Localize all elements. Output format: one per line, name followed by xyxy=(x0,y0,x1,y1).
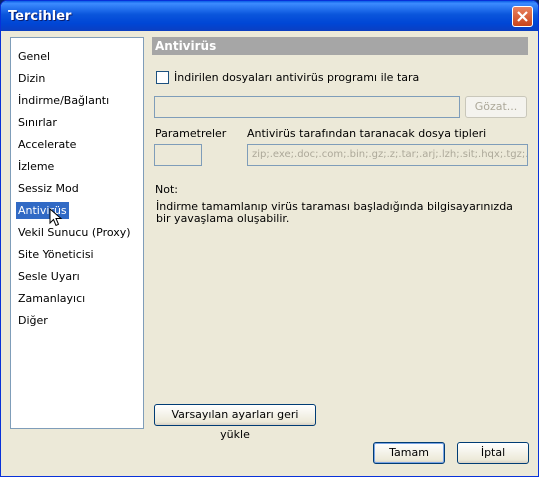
nav-item-sessiz-mod[interactable]: Sessiz Mod xyxy=(16,180,81,197)
close-icon xyxy=(517,11,528,22)
nav-item-genel[interactable]: Genel xyxy=(16,48,52,65)
note-label: Not: xyxy=(155,183,178,196)
nav-item-zamanlayici[interactable]: Zamanlayıcı xyxy=(16,290,87,307)
nav-item-izleme[interactable]: İzleme xyxy=(16,158,56,175)
nav-item-accelerate[interactable]: Accelerate xyxy=(16,136,78,153)
scan-checkbox[interactable] xyxy=(156,71,169,84)
nav-item-dizin[interactable]: Dizin xyxy=(16,70,47,87)
filetypes-input[interactable]: zip;.exe;.doc;.com;.bin;.gz;.z;.tar;.arj… xyxy=(247,144,528,166)
preferences-window: Tercihler Genel Dizin İndirme/Bağlantı S… xyxy=(0,0,539,477)
window-title: Tercihler xyxy=(8,9,72,24)
params-label: Parametreler xyxy=(155,127,227,140)
params-input[interactable] xyxy=(154,144,202,166)
antivirus-path-input[interactable] xyxy=(154,96,460,118)
filetypes-label: Antivirüs tarafından taranacak dosya tip… xyxy=(247,127,487,140)
nav-item-site-yoneticisi[interactable]: Site Yöneticisi xyxy=(16,246,96,263)
cancel-button[interactable]: İptal xyxy=(457,442,529,464)
restore-defaults-button[interactable]: Varsayılan ayarları geri yükle xyxy=(154,404,316,441)
nav-item-diger[interactable]: Diğer xyxy=(16,312,50,329)
title-bar[interactable]: Tercihler xyxy=(1,1,538,31)
nav-item-indirme-baglanti[interactable]: İndirme/Bağlantı xyxy=(16,92,111,109)
nav-item-sinirlar[interactable]: Sınırlar xyxy=(16,114,59,131)
note-text: İndirme tamamlanıp virüs taraması başlad… xyxy=(156,200,513,225)
ok-button[interactable]: Tamam xyxy=(373,442,445,464)
mouse-cursor-icon xyxy=(49,208,63,227)
section-title: Antivirüs xyxy=(152,37,528,55)
close-button[interactable] xyxy=(512,6,533,27)
browse-button[interactable]: Gözat... xyxy=(465,96,527,118)
dialog-body: Genel Dizin İndirme/Bağlantı Sınırlar Ac… xyxy=(4,31,535,473)
scan-checkbox-label[interactable]: İndirilen dosyaları antivirüs programı i… xyxy=(174,71,419,84)
category-list[interactable]: Genel Dizin İndirme/Bağlantı Sınırlar Ac… xyxy=(10,37,144,429)
nav-item-sesle-uyari[interactable]: Sesle Uyarı xyxy=(16,268,82,285)
nav-item-proxy[interactable]: Vekil Sunucu (Proxy) xyxy=(16,224,133,241)
